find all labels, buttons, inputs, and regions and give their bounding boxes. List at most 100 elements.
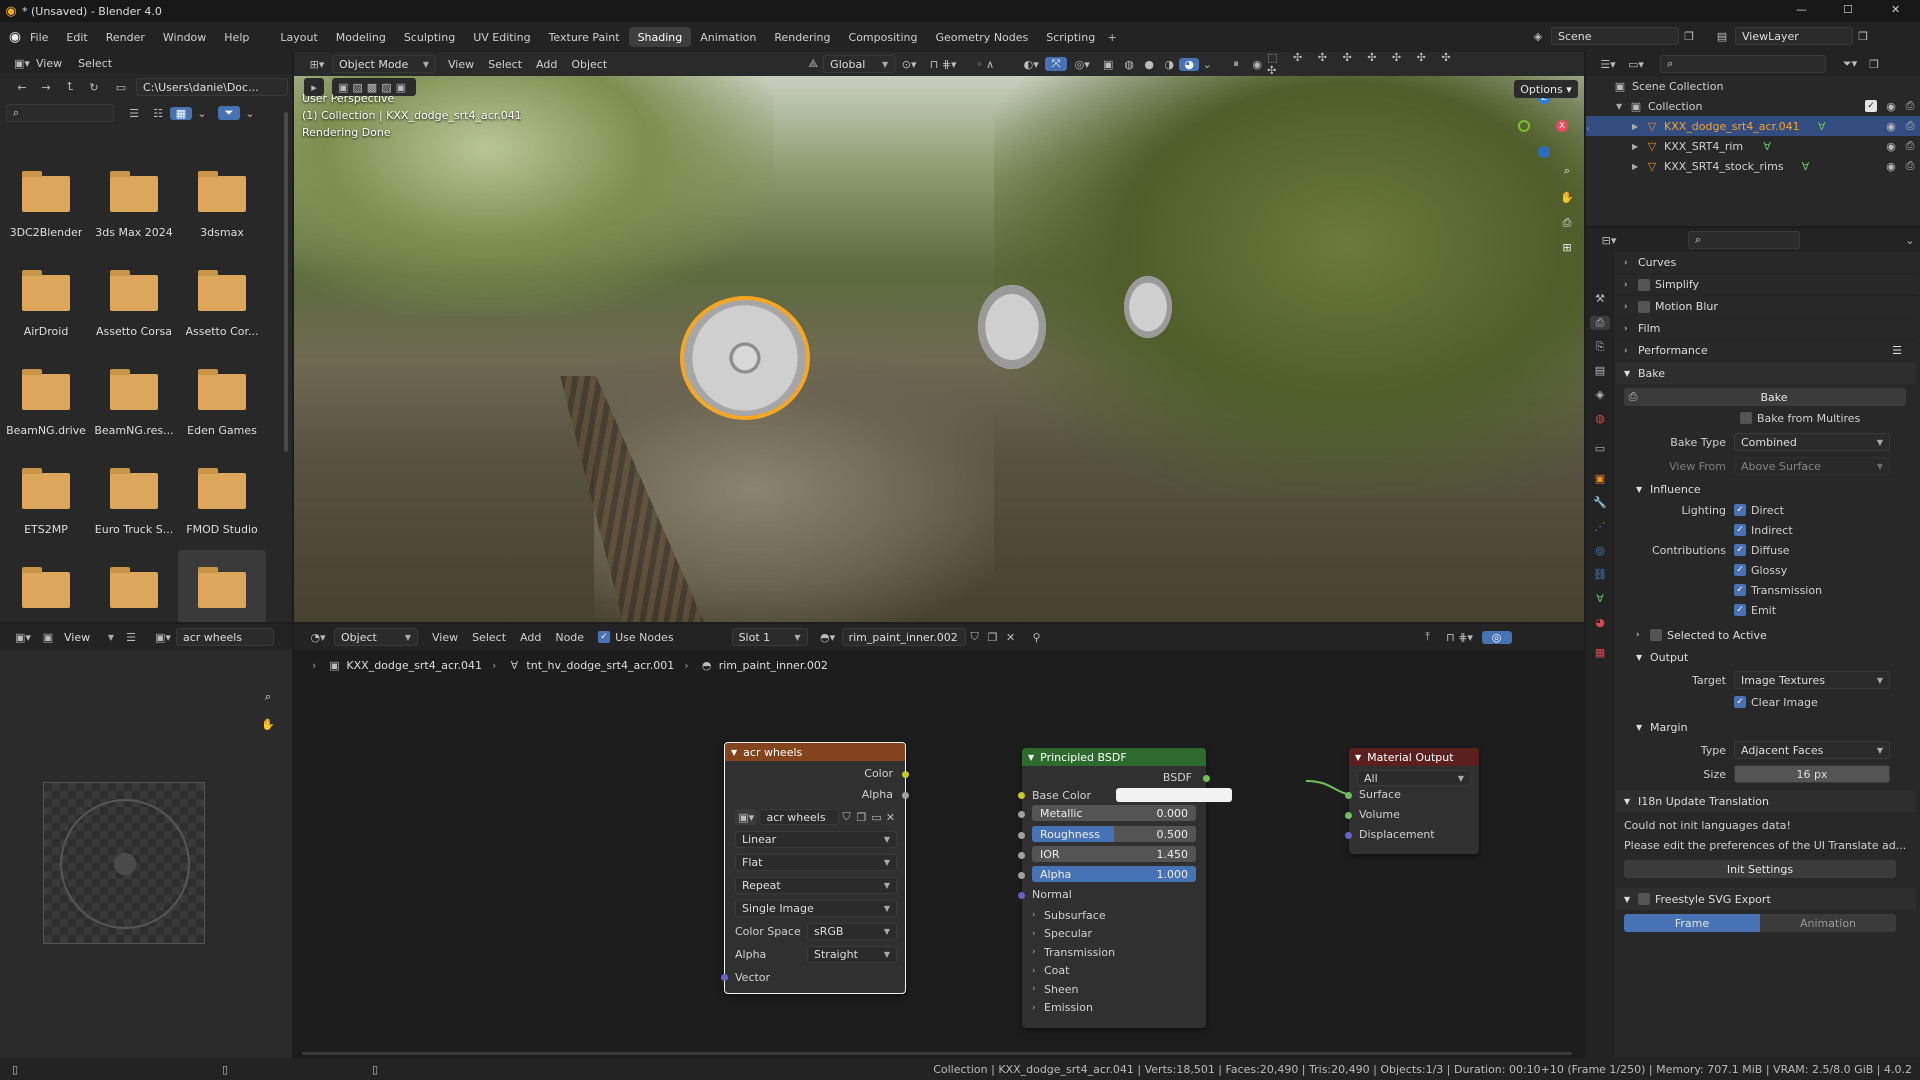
i18n-panel-header[interactable]: ▼ I18n Update Translation bbox=[1616, 790, 1916, 812]
folder-item[interactable]: FMOD Studio bbox=[178, 451, 266, 551]
mode-selector[interactable]: Object Mode ▼ bbox=[332, 55, 436, 73]
properties-search-input[interactable]: ⌕ bbox=[1688, 231, 1800, 249]
workspace-tab-geometry-nodes[interactable]: Geometry Nodes bbox=[926, 27, 1037, 47]
rendered-shading-icon[interactable]: ◕ bbox=[1179, 57, 1200, 71]
freestyle-checkbox[interactable] bbox=[1638, 893, 1650, 905]
hamburger-icon[interactable]: ☰ bbox=[120, 631, 142, 644]
viewport-render[interactable]: User Perspective (1) Collection | KXX_do… bbox=[294, 76, 1584, 622]
folder-item[interactable]: 3dsmax bbox=[178, 154, 266, 254]
scene-icon[interactable]: ◈ bbox=[1525, 30, 1551, 43]
glossy-checkbox[interactable]: ✓ bbox=[1734, 564, 1746, 576]
image-fake-user-icon[interactable]: ⛉ bbox=[839, 810, 854, 824]
xray-icon[interactable]: ▣ bbox=[1097, 58, 1119, 71]
visibility-eye-icon[interactable]: ◉ bbox=[1882, 160, 1900, 173]
folder-item[interactable]: Assetto Cor... bbox=[178, 253, 266, 353]
collection-render-icon[interactable]: ⎙ bbox=[1900, 99, 1920, 113]
folder-item[interactable]: Assetto Corsa bbox=[90, 253, 178, 353]
wheel-2[interactable] bbox=[978, 285, 1046, 369]
object-tab-icon[interactable]: ▣ bbox=[1590, 472, 1610, 485]
socket-surface-in[interactable] bbox=[1345, 792, 1352, 799]
folder-item[interactable]: 3ds Max 2024 bbox=[90, 154, 178, 254]
mesh-data-icon[interactable]: ∀ bbox=[1798, 160, 1814, 173]
modifier-tab-icon[interactable]: 🔧 bbox=[1590, 496, 1610, 509]
clear-image-checkbox[interactable]: ✓ bbox=[1734, 696, 1746, 708]
list-view-icon[interactable]: ☰ bbox=[122, 107, 146, 120]
viewport-editor-icon[interactable]: ⊞▾ bbox=[302, 58, 332, 71]
pan-hand-icon[interactable]: ✋ bbox=[1556, 186, 1578, 208]
socket-vector-in[interactable] bbox=[721, 974, 728, 981]
outliner-object-row[interactable]: ▶ ▽ KXX_SRT4_rim ∀ ◉ ⎙ bbox=[1586, 136, 1920, 156]
collection-eye-icon[interactable]: ◉ bbox=[1882, 100, 1900, 113]
zoom-icon[interactable]: ⌕ bbox=[1556, 160, 1578, 182]
blender-menu-icon[interactable]: ◉ bbox=[0, 29, 30, 45]
vp-menu-select[interactable]: Select bbox=[488, 58, 522, 71]
freestyle-panel-header[interactable]: ▼ Freestyle SVG Export bbox=[1616, 888, 1916, 910]
ne-scrollbar[interactable] bbox=[302, 1052, 1572, 1055]
visibility-icon[interactable]: ◐▾ bbox=[1017, 58, 1045, 71]
folder-item[interactable]: ETS2MP bbox=[2, 451, 90, 551]
shading-options-icon[interactable]: ⌄ bbox=[1199, 58, 1215, 71]
principled-bsdf-node[interactable]: ▼ Principled BSDF BSDF Base Color Metalli… bbox=[1018, 748, 1232, 1028]
menu-render[interactable]: Render bbox=[106, 31, 145, 44]
outliner-object-row[interactable]: ▶ ▽ KXX_SRT4_stock_rims ∀ ◉ ⎙ bbox=[1586, 156, 1920, 176]
workspace-tab-compositing[interactable]: Compositing bbox=[840, 27, 927, 47]
vp-menu-add[interactable]: Add bbox=[536, 58, 557, 71]
grid-view-icon[interactable]: ⊞ bbox=[1556, 236, 1578, 258]
fb-menu-view[interactable]: View bbox=[36, 57, 62, 70]
render-camera-icon[interactable]: ⎙ bbox=[1900, 119, 1920, 133]
tweak-tool-icon[interactable]: ▸ bbox=[304, 78, 324, 96]
workspace-tab-texture-paint[interactable]: Texture Paint bbox=[540, 27, 629, 47]
panel-curves[interactable]: › Curves bbox=[1616, 252, 1916, 274]
new-viewlayer-icon[interactable]: ❐ bbox=[1853, 30, 1873, 43]
select-restrict-icon[interactable]: ⬚ ✣ ✣ ✣ ✣ ✣ ✣ ✣ ✣ bbox=[1267, 51, 1467, 77]
bake-panel-header[interactable]: ▼ Bake bbox=[1616, 362, 1916, 384]
select-box-icon[interactable]: ▣▨▩▨▣ bbox=[332, 78, 416, 96]
workspace-tab-sculpting[interactable]: Sculpting bbox=[395, 27, 464, 47]
material-tab-icon[interactable]: ◕ bbox=[1590, 616, 1610, 629]
file-scrollbar[interactable] bbox=[284, 112, 288, 452]
panel-motion-blur[interactable]: › Motion Blur bbox=[1616, 296, 1916, 318]
world-tab-icon[interactable]: ◍ bbox=[1590, 412, 1610, 425]
output-subpanel[interactable]: ▼ Output bbox=[1624, 646, 1910, 668]
tool-tab-icon[interactable]: ⚒ bbox=[1590, 292, 1610, 305]
color-space-selector[interactable]: sRGB ▼ bbox=[807, 923, 897, 940]
close-button[interactable]: ✕ bbox=[1891, 3, 1900, 16]
filter-icon[interactable]: ⏷ bbox=[218, 106, 240, 120]
ie-view-menu[interactable]: View ▼ bbox=[58, 628, 120, 646]
socket-metallic-in[interactable] bbox=[1018, 811, 1025, 818]
panel-enable-checkbox[interactable] bbox=[1638, 300, 1650, 313]
source-selector[interactable]: Single Image ▼ bbox=[735, 900, 897, 917]
outliner-resize-arrow[interactable]: ‹ bbox=[1586, 122, 1590, 135]
base-color-swatch[interactable] bbox=[1116, 788, 1232, 802]
ior-field[interactable]: IOR 1.450 bbox=[1032, 846, 1196, 862]
expand-arrow-icon[interactable]: ▶ bbox=[1632, 162, 1644, 171]
editor-type-icon[interactable]: ▣▾ bbox=[8, 57, 36, 70]
display-mode-icon[interactable]: ▭▾ bbox=[1622, 58, 1650, 71]
margin-type-selector[interactable]: Adjacent Faces ▼ bbox=[1734, 741, 1890, 759]
wheel-3[interactable] bbox=[1124, 276, 1172, 338]
navigation-gizmo[interactable]: Z X bbox=[1514, 92, 1574, 158]
physics-tab-icon[interactable]: ◎ bbox=[1590, 544, 1610, 557]
solid-shading-icon[interactable]: ● bbox=[1139, 58, 1159, 71]
influence-subpanel[interactable]: ▼ Influence bbox=[1624, 478, 1910, 500]
image-node-name-field[interactable]: acr wheels bbox=[759, 809, 839, 825]
scene-tab-icon[interactable]: ◈ bbox=[1590, 388, 1610, 401]
new-scene-icon[interactable]: ❐ bbox=[1679, 30, 1699, 43]
vp-menu-object[interactable]: Object bbox=[571, 58, 607, 71]
bsdf-panel-sheen[interactable]: › Sheen bbox=[1032, 980, 1196, 999]
folder-item[interactable]: BeamNG.res... bbox=[90, 352, 178, 452]
output-target-selector[interactable]: All ▼ bbox=[1357, 770, 1471, 786]
view-mode-icon[interactable]: ▣ bbox=[38, 631, 58, 644]
bake-button[interactable]: Bake bbox=[1642, 388, 1906, 406]
orientation-selector[interactable]: Global ▼ bbox=[823, 55, 896, 73]
menu-window[interactable]: Window bbox=[163, 31, 206, 44]
menu-file[interactable]: File bbox=[30, 31, 48, 44]
thumbnail-view-icon[interactable]: ▦ bbox=[170, 106, 192, 120]
bsdf-panel-specular[interactable]: › Specular bbox=[1032, 925, 1196, 944]
bsdf-panel-transmission[interactable]: › Transmission bbox=[1032, 943, 1196, 962]
visibility-eye-icon[interactable]: ◉ bbox=[1882, 120, 1900, 133]
panel-performance[interactable]: › Performance ☰ bbox=[1616, 340, 1916, 362]
folder-item[interactable]: Euro Truck S... bbox=[90, 451, 178, 551]
socket-base-color-in[interactable] bbox=[1018, 792, 1025, 799]
texture-preview[interactable] bbox=[43, 782, 205, 944]
